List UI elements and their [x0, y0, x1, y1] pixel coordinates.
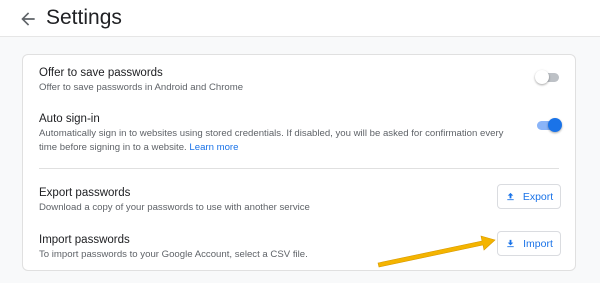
export-description: Download a copy of your passwords to use…	[39, 202, 310, 213]
import-button-label: Import	[523, 237, 553, 250]
auto-signin-description-text: Automatically sign in to websites using …	[39, 128, 504, 153]
offer-save-toggle[interactable]	[535, 69, 563, 85]
upload-icon	[507, 192, 514, 201]
download-icon	[507, 239, 514, 248]
settings-content: Offer to save passwords Offer to save pa…	[0, 37, 600, 283]
auto-signin-title: Auto sign-in	[39, 113, 100, 125]
import-button[interactable]: Import	[497, 231, 561, 256]
section-divider	[39, 168, 559, 169]
toggle-knob	[548, 118, 562, 132]
arrow-back-icon[interactable]	[18, 9, 38, 29]
offer-save-description: Offer to save passwords in Android and C…	[39, 82, 244, 93]
export-title: Export passwords	[39, 187, 131, 199]
header-bar: Settings	[0, 0, 600, 37]
learn-more-link[interactable]: Learn more	[189, 142, 238, 153]
auto-signin-description: Automatically sign in to websites using …	[39, 127, 514, 155]
export-button-label: Export	[522, 190, 554, 203]
export-button[interactable]: Export	[497, 184, 561, 209]
passwords-settings-card: Offer to save passwords Offer to save pa…	[22, 54, 576, 271]
offer-save-title: Offer to save passwords	[39, 67, 163, 79]
import-title: Import passwords	[39, 234, 130, 246]
toggle-knob	[535, 70, 549, 84]
auto-signin-toggle[interactable]	[535, 117, 563, 133]
import-description: To import passwords to your Google Accou…	[39, 249, 308, 260]
page-title: Settings	[46, 6, 122, 29]
